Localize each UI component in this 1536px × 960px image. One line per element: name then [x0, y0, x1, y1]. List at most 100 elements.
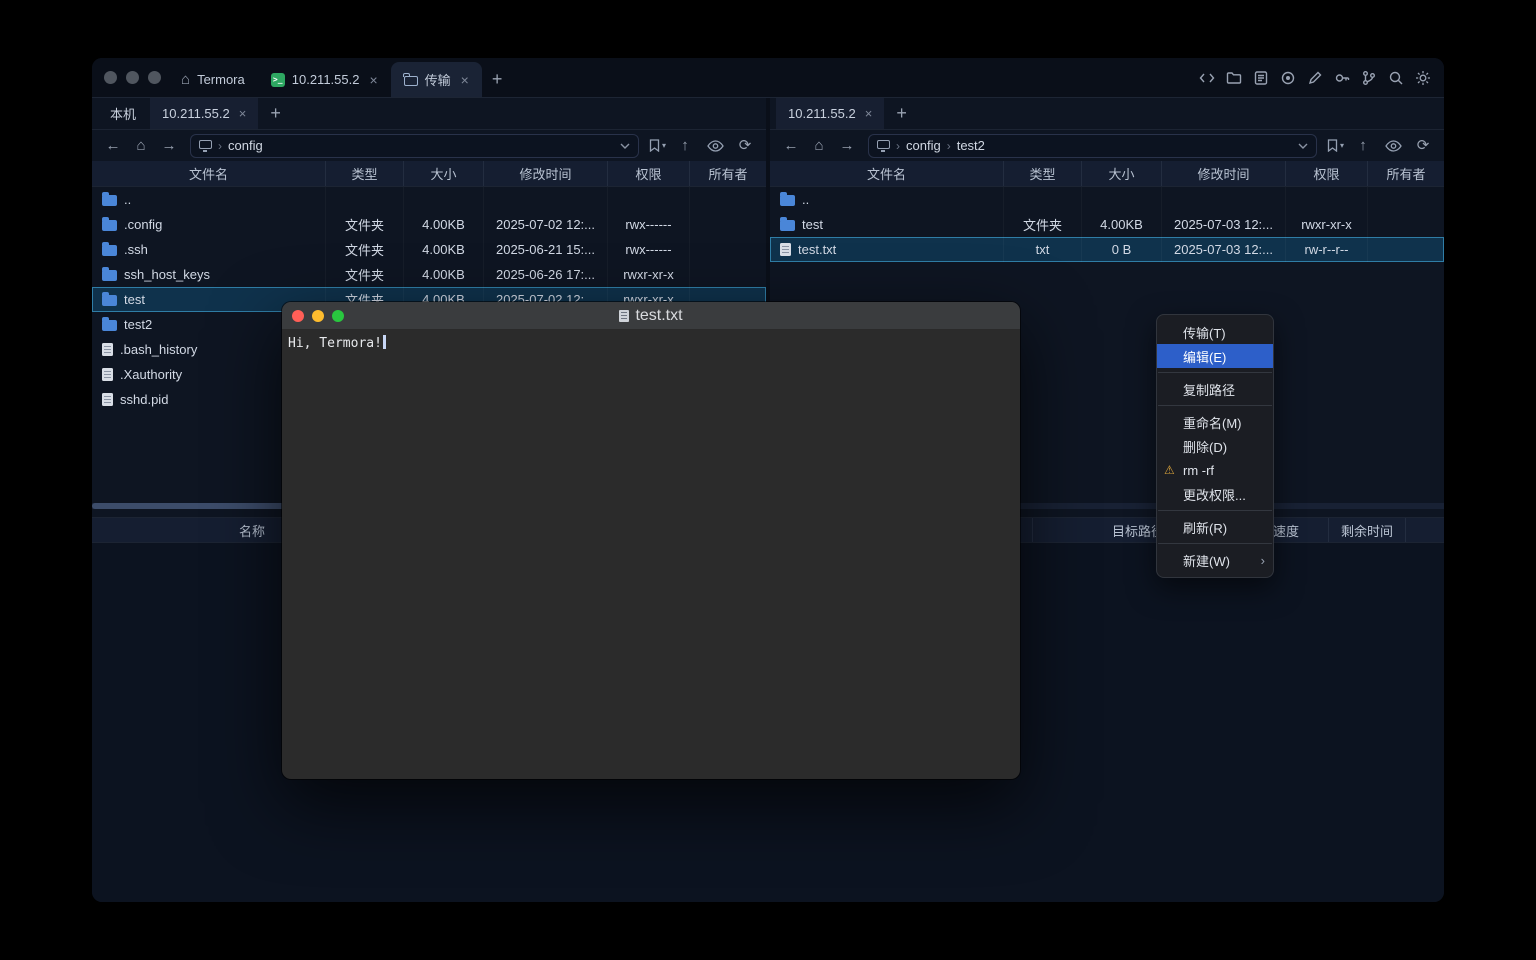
column-header-owner[interactable]: 所有者: [689, 161, 766, 186]
breadcrumb-segment[interactable]: config: [228, 138, 263, 153]
log-icon[interactable]: [1250, 67, 1272, 89]
close-window-button[interactable]: [292, 310, 304, 322]
refresh-button[interactable]: ⟳: [734, 135, 756, 157]
column-header-perm[interactable]: 权限: [607, 161, 689, 186]
close-icon[interactable]: ×: [461, 72, 469, 88]
minimize-window-button[interactable]: [126, 71, 139, 84]
tab-remote-left[interactable]: 10.211.55.2 ×: [150, 98, 258, 129]
column-header-mtime[interactable]: 修改时间: [483, 161, 607, 186]
menu-item-delete[interactable]: 删除(D): [1157, 434, 1273, 458]
record-icon[interactable]: [1277, 67, 1299, 89]
new-tab-button[interactable]: +: [482, 62, 513, 97]
bookmark-icon[interactable]: ▾: [649, 135, 666, 157]
show-hidden-icon[interactable]: [704, 135, 726, 157]
column-header-type[interactable]: 类型: [1003, 161, 1081, 186]
bookmark-caret-icon: ▾: [662, 141, 666, 150]
tab-local[interactable]: 本机: [98, 98, 148, 129]
menu-item-copy-path[interactable]: 复制路径: [1157, 377, 1273, 401]
chevron-down-icon[interactable]: [1298, 143, 1308, 149]
column-header-size[interactable]: 大小: [1081, 161, 1161, 186]
file-name: ..: [124, 192, 131, 207]
table-row[interactable]: ..: [770, 187, 1444, 212]
minimize-window-button[interactable]: [312, 310, 324, 322]
right-navbar: ← ⌂ → › config › test2 ▾ ↑ ⟳: [770, 130, 1444, 161]
context-menu: 传输(T) 编辑(E) 复制路径 重命名(M) 删除(D) ⚠ rm -rf 更…: [1156, 314, 1274, 578]
branch-icon[interactable]: [1358, 67, 1380, 89]
close-icon[interactable]: ×: [865, 106, 873, 121]
chevron-down-icon[interactable]: [620, 143, 630, 149]
settings-icon[interactable]: [1412, 67, 1434, 89]
tab-termora-home[interactable]: ⌂ Termora: [168, 62, 258, 97]
breadcrumb-segment[interactable]: config: [906, 138, 941, 153]
menu-item-rm-rf[interactable]: ⚠ rm -rf: [1157, 458, 1273, 482]
zoom-window-button[interactable]: [148, 71, 161, 84]
forward-button[interactable]: →: [836, 135, 858, 157]
table-row[interactable]: .config 文件夹4.00KB2025-07-02 12:...rwx---…: [92, 212, 766, 237]
editor-titlebar[interactable]: test.txt: [282, 302, 1020, 330]
back-button[interactable]: ←: [780, 135, 802, 157]
folder-icon[interactable]: [1223, 67, 1245, 89]
menu-item-refresh[interactable]: 刷新(R): [1157, 515, 1273, 539]
table-row-selected[interactable]: test.txt txt0 B2025-07-03 12:...rw-r--r-…: [770, 237, 1444, 262]
left-breadcrumb[interactable]: › config: [190, 134, 639, 158]
table-row[interactable]: ..: [92, 187, 766, 212]
home-button[interactable]: ⌂: [808, 135, 830, 157]
folder-icon: [102, 295, 117, 306]
table-row[interactable]: test 文件夹4.00KB2025-07-03 12:...rwxr-xr-x: [770, 212, 1444, 237]
new-panel-tab-button[interactable]: +: [886, 98, 917, 129]
zoom-window-button[interactable]: [332, 310, 344, 322]
column-header-type[interactable]: 类型: [325, 161, 403, 186]
show-hidden-icon[interactable]: [1382, 135, 1404, 157]
key-icon[interactable]: [1331, 67, 1353, 89]
back-button[interactable]: ←: [102, 135, 124, 157]
menu-item-transfer[interactable]: 传输(T): [1157, 320, 1273, 344]
menu-item-change-permissions[interactable]: 更改权限...: [1157, 482, 1273, 506]
file-name: test2: [124, 317, 152, 332]
folder-icon: [102, 320, 117, 331]
editor-content[interactable]: Hi, Termora!: [282, 330, 1020, 356]
menu-separator: [1158, 405, 1272, 406]
refresh-button[interactable]: ⟳: [1412, 135, 1434, 157]
right-nav-actions: ▾ ↑ ⟳: [1327, 135, 1434, 157]
tab-remote-right[interactable]: 10.211.55.2 ×: [776, 98, 884, 129]
column-header-owner[interactable]: 所有者: [1367, 161, 1444, 186]
tab-label: 10.211.55.2: [788, 106, 856, 121]
column-header-perm[interactable]: 权限: [1285, 161, 1367, 186]
window-titlebar: ⌂ Termora 10.211.55.2 × 传输 × +: [92, 58, 1444, 98]
breadcrumb-segment[interactable]: test2: [957, 138, 985, 153]
menu-separator: [1158, 510, 1272, 511]
code-icon[interactable]: [1196, 67, 1218, 89]
menu-item-edit[interactable]: 编辑(E): [1157, 344, 1273, 368]
close-icon[interactable]: ×: [369, 72, 377, 88]
menu-item-rename[interactable]: 重命名(M): [1157, 410, 1273, 434]
menu-separator: [1158, 372, 1272, 373]
tab-ssh-session[interactable]: 10.211.55.2 ×: [258, 62, 391, 97]
upload-button[interactable]: ↑: [1352, 135, 1374, 157]
breadcrumb-separator: ›: [947, 139, 951, 153]
menu-item-new[interactable]: 新建(W) ›: [1157, 548, 1273, 572]
new-panel-tab-button[interactable]: +: [260, 98, 291, 129]
bookmark-icon[interactable]: ▾: [1327, 135, 1344, 157]
editor-title: test.txt: [635, 307, 682, 325]
transfer-column-eta[interactable]: 剩余时间: [1328, 518, 1405, 542]
right-breadcrumb[interactable]: › config › test2: [868, 134, 1317, 158]
menu-separator: [1158, 543, 1272, 544]
forward-button[interactable]: →: [158, 135, 180, 157]
home-button[interactable]: ⌂: [130, 135, 152, 157]
close-window-button[interactable]: [104, 71, 117, 84]
edit-icon[interactable]: [1304, 67, 1326, 89]
table-row[interactable]: ssh_host_keys 文件夹4.00KB2025-06-26 17:...…: [92, 262, 766, 287]
search-icon[interactable]: [1385, 67, 1407, 89]
file-name: .bash_history: [120, 342, 197, 357]
column-header-size[interactable]: 大小: [403, 161, 483, 186]
left-nav-actions: ▾ ↑ ⟳: [649, 135, 756, 157]
column-header-name[interactable]: 文件名: [92, 161, 325, 186]
close-icon[interactable]: ×: [239, 106, 247, 121]
editor-text: Hi, Termora!: [288, 336, 382, 351]
table-row[interactable]: .ssh 文件夹4.00KB2025-06-21 15:...rwx------: [92, 237, 766, 262]
file-icon: [102, 393, 113, 406]
tab-transfer[interactable]: 传输 ×: [391, 62, 482, 97]
column-header-mtime[interactable]: 修改时间: [1161, 161, 1285, 186]
upload-button[interactable]: ↑: [674, 135, 696, 157]
column-header-name[interactable]: 文件名: [770, 161, 1003, 186]
